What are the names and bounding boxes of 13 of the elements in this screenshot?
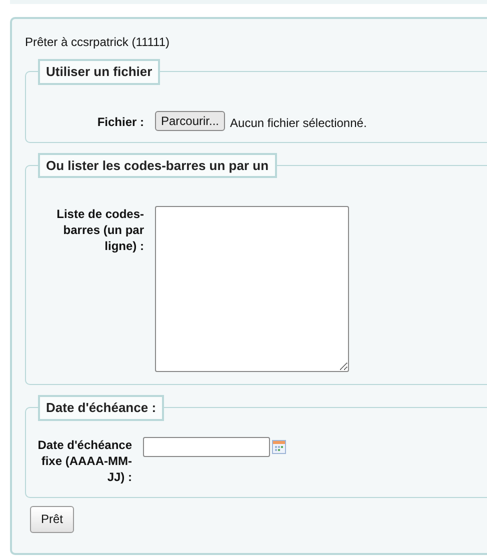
section-legend: Ou lister les codes-barres un par un: [38, 152, 277, 178]
field-label: Date d'échéance fixe (AAAA-MM-JJ) :: [36, 436, 132, 484]
calendar-icon[interactable]: [272, 440, 286, 454]
browse-button[interactable]: Parcourir...: [155, 110, 226, 130]
section-legend: Utiliser un fichier: [38, 59, 160, 84]
page-title: Prêter à ccsrpatrick (11111): [25, 34, 170, 51]
submit-button[interactable]: Prêt: [30, 506, 74, 532]
date-input[interactable]: [143, 436, 270, 456]
section-legend: Date d'échéance :: [38, 395, 164, 420]
file-status: Aucun fichier sélectionné.: [230, 114, 367, 132]
field-label: Liste de codes-barres (un par ligne) :: [56, 206, 144, 254]
barcode-textarea[interactable]: [155, 206, 349, 372]
field-label: Fichier :: [96, 114, 144, 130]
